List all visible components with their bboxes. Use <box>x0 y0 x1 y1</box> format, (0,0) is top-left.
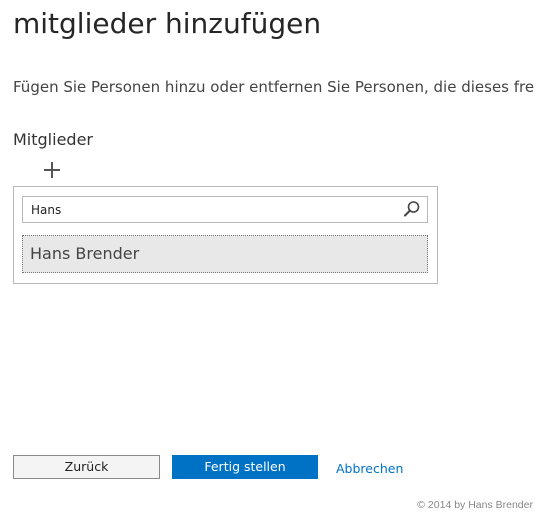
page-description: Fügen Sie Personen hinzu oder entfernen … <box>13 78 535 96</box>
people-picker: Hans Brender <box>13 186 438 284</box>
search-icon[interactable] <box>403 200 421 218</box>
search-box <box>22 196 428 223</box>
back-button[interactable]: Zurück <box>13 455 160 479</box>
cancel-link[interactable]: Abbrechen <box>336 460 403 478</box>
copyright-text: © 2014 by Hans Brender <box>417 499 533 511</box>
plus-icon[interactable] <box>42 160 62 180</box>
members-label: Mitglieder <box>13 130 93 149</box>
search-input[interactable] <box>23 197 399 222</box>
add-members-dialog: mitglieder hinzufügen Fügen Sie Personen… <box>0 0 536 512</box>
result-name: Hans Brender <box>30 244 140 263</box>
page-title: mitglieder hinzufügen <box>13 7 322 40</box>
search-result-item[interactable]: Hans Brender <box>22 235 428 273</box>
finish-button[interactable]: Fertig stellen <box>172 455 318 479</box>
